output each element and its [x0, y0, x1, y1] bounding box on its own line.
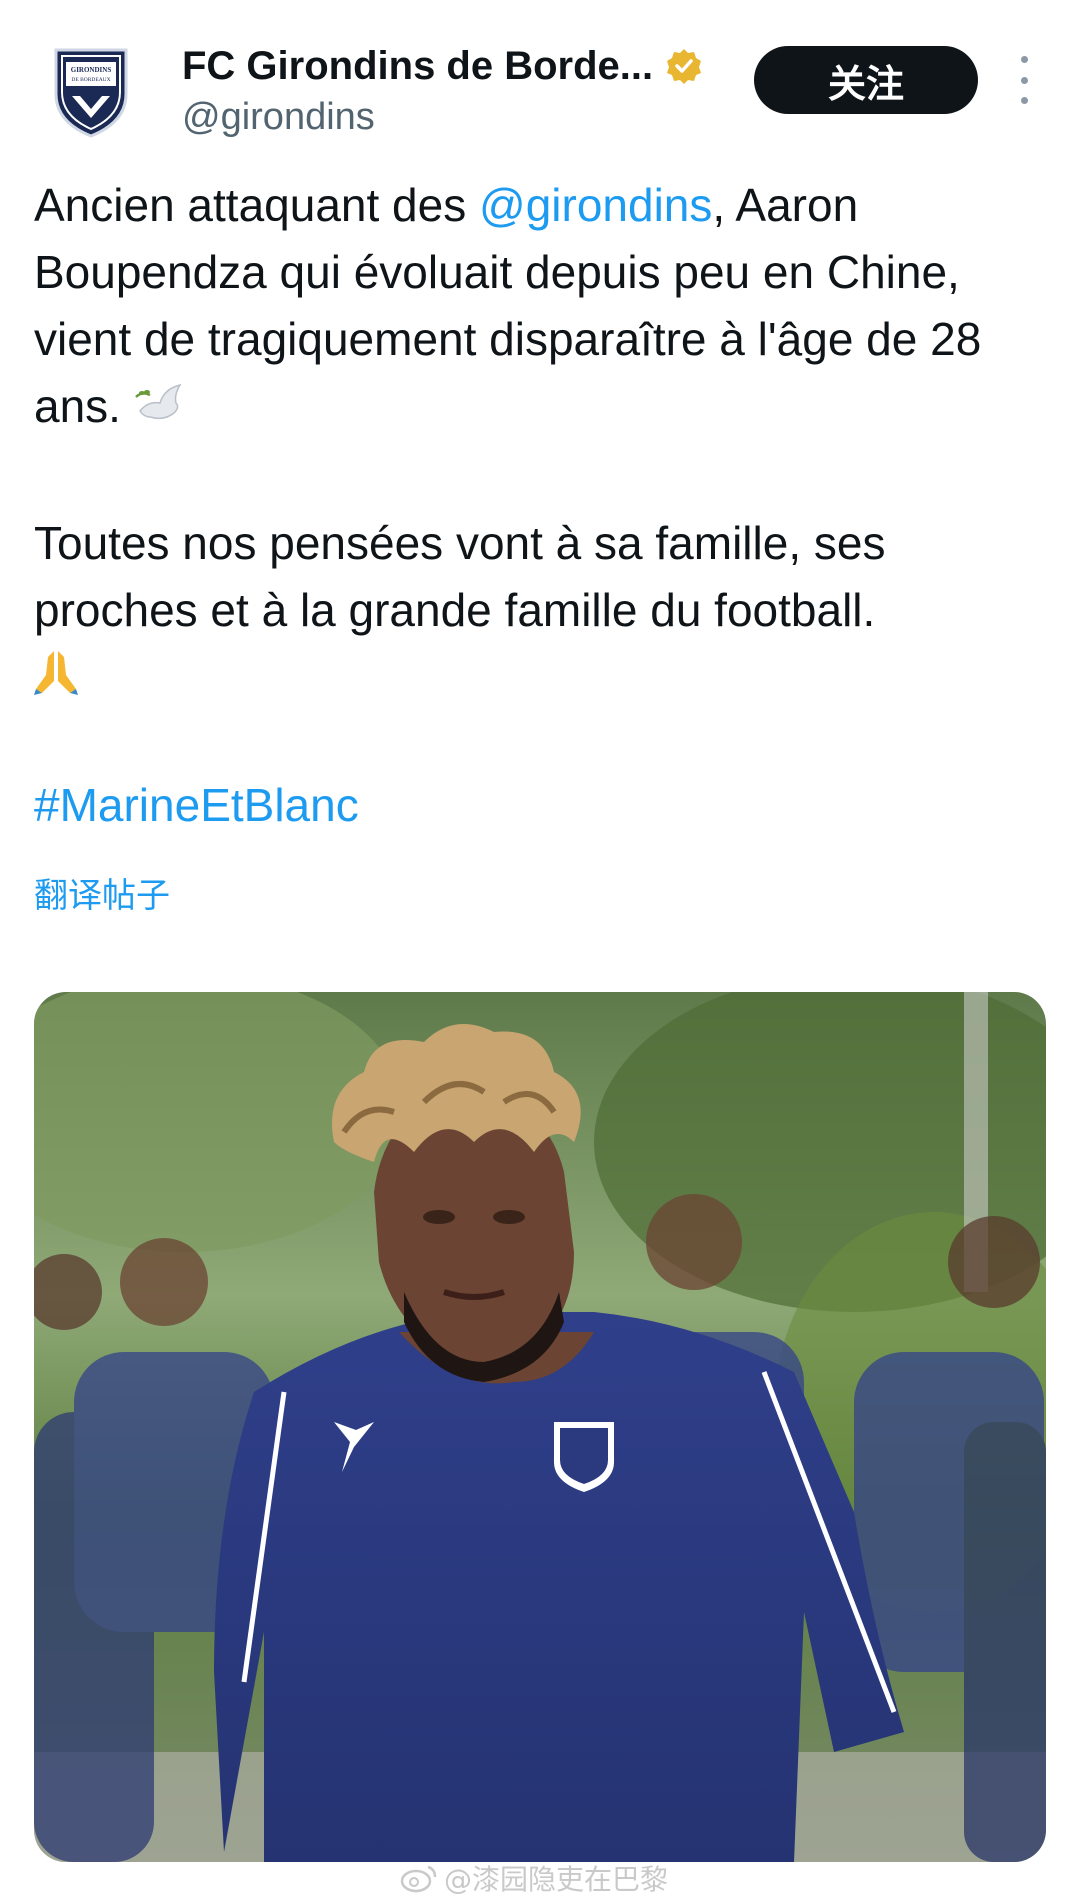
post-paragraph-2: Toutes nos pensées vont à sa famille, se…	[34, 510, 1034, 715]
post-paragraph-1: Ancien attaquant des @girondins, Aaron B…	[34, 172, 1034, 443]
svg-text:GIRONDINS: GIRONDINS	[71, 66, 112, 74]
post-text-intro: Ancien attaquant des	[34, 179, 479, 231]
svg-text:DE BORDEAUX: DE BORDEAUX	[71, 77, 110, 83]
post-text-condolences: Toutes nos pensées vont à sa famille, se…	[34, 517, 886, 637]
club-crest-avatar[interactable]: GIRONDINS DE BORDEAUX	[52, 44, 130, 140]
account-handle[interactable]: @girondins	[182, 96, 742, 139]
post-body: Ancien attaquant des @girondins, Aaron B…	[34, 172, 1034, 715]
watermark: @漆园隐吏在巴黎	[400, 1858, 668, 1898]
weibo-logo-icon	[400, 1863, 438, 1893]
post-media-photo[interactable]	[34, 992, 1046, 1862]
account-name[interactable]: FC Girondins de Borde...	[182, 44, 653, 89]
post-header: GIRONDINS DE BORDEAUX FC Girondins de Bo…	[0, 0, 1080, 150]
more-options-icon[interactable]	[1010, 56, 1038, 104]
follow-button[interactable]: 关注	[754, 46, 978, 114]
dove-icon	[134, 376, 186, 443]
translate-post-link[interactable]: 翻译帖子	[34, 868, 170, 917]
watermark-text: @漆园隐吏在巴黎	[444, 1863, 669, 1896]
praying-hands-icon	[34, 647, 78, 715]
verified-badge-icon	[665, 47, 703, 85]
mention-link[interactable]: @girondins	[479, 179, 712, 231]
hashtag-link[interactable]: #MarineEtBlanc	[34, 778, 359, 832]
